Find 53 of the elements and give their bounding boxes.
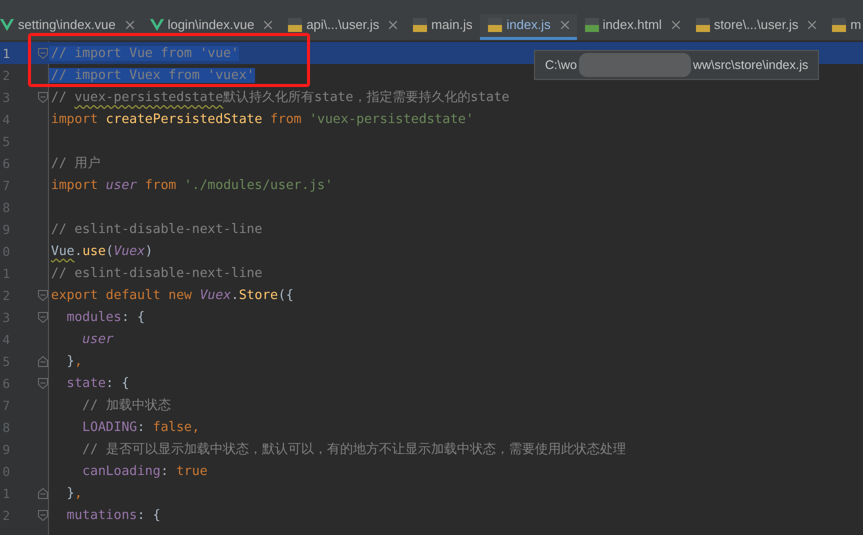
editor-tab[interactable]: store\...\user.js [688,14,824,40]
fold-icon[interactable] [38,488,48,498]
code-text: // eslint-disable-next-line [50,266,262,280]
vue-file-icon [150,18,164,30]
js-file-icon [832,18,846,32]
code-text: // 是否可以显示加载中状态，默认可以，有的地方不让显示加载中状态，需要使用此状态处理 [81,441,626,458]
close-icon[interactable] [264,20,272,28]
code-text: // import Vuex from 'vuex' [49,68,254,82]
js-file-icon [696,18,710,32]
js-file-icon [413,18,428,32]
editor-tab[interactable]: login\index.vue [142,14,280,40]
code-text: Vue.use(Vuex) [50,244,153,258]
editor-tab[interactable]: m [824,14,863,40]
fold-icon[interactable] [38,312,48,322]
code-text: // vuex-persistedstate默认持久化所有state，指定需要持久化的state [50,89,510,106]
editor-tab[interactable]: setting\index.vue [0,14,142,40]
close-icon[interactable] [672,20,680,28]
js-file-icon [488,18,502,32]
code-text: }, [66,354,82,368]
code-text: export default new Vuex.Store({ [50,288,294,302]
fold-icon[interactable] [38,48,48,58]
fold-icon[interactable] [38,378,48,388]
code-text: }, [66,486,82,500]
vue-file-icon [0,18,14,30]
editor-tab[interactable]: main.js [405,14,480,40]
code-text: canLoading: true [81,464,208,478]
html-file-icon [584,18,599,32]
fold-icon[interactable] [38,356,48,366]
line-number: 1 [1,46,10,60]
code-text: // 用户 [50,155,100,172]
fold-icon[interactable] [38,290,48,300]
code-text: LOADING: false, [81,420,200,434]
tooltip-text: ww\src\store\index.js [692,58,808,72]
close-icon[interactable] [389,20,398,28]
editor-tab[interactable]: index.html [576,14,688,40]
js-file-icon [288,18,302,32]
code-text: import createPersistedState from 'vuex-persistedstate' [50,112,474,126]
tooltip-text: C:\wo [545,58,577,72]
code-text: import user from './modules/user.js' [50,178,333,192]
code-text: mutations: { [66,508,161,522]
editor-tab[interactable]: api\...\user.js [280,14,406,40]
code-text: // 加载中状态 [81,397,171,414]
close-icon[interactable] [808,20,816,28]
fold-icon[interactable] [38,510,48,520]
fold-icon[interactable] [38,92,48,102]
code-text: state: { [66,376,130,390]
close-icon[interactable] [560,20,569,28]
code-text: user [81,332,114,346]
code-text: // eslint-disable-next-line [50,222,262,236]
editor-tab[interactable]: index.js [480,14,577,40]
code-text: // import Vue from 'vue' [49,46,239,60]
close-icon[interactable] [126,20,134,28]
code-text: modules: { [66,310,145,324]
